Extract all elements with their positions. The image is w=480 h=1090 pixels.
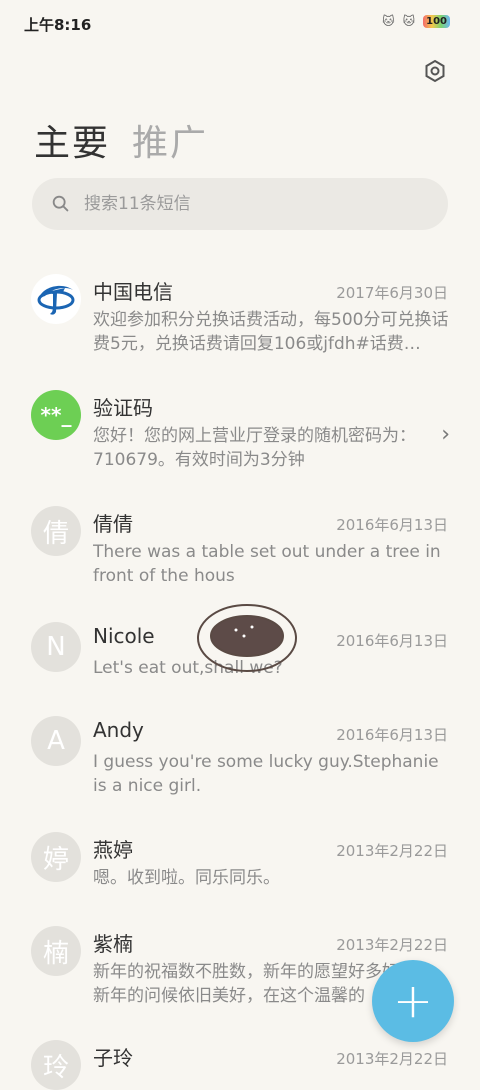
notification-icon: 🐱 [382,14,395,28]
tab-primary[interactable]: 主要 [34,114,110,166]
message-preview: I guess you're some lucky guy.Stephanie … [93,752,439,796]
search-input[interactable] [82,193,406,215]
contact-name: 倩倩 [93,512,133,536]
contact-name: 验证码 [93,396,153,420]
avatar: 玲 [31,1040,81,1090]
message-preview: There was a table set out under a tree i… [93,542,441,586]
status-time: 上午8:16 [24,16,92,34]
notification-icon-2: 🐱 [402,14,416,28]
message-date: 2016年6月13日 [336,516,448,534]
avatar: 楠 [31,926,81,976]
avatar: N [31,622,81,672]
message-preview: 您好！您的网上营业厅登录的随机密码为：710679。有效时间为3分钟 [93,426,416,470]
plus-icon: + [392,973,434,1029]
contact-name: 燕婷 [93,838,133,862]
status-icons: 🐱 🐱 100 [382,14,450,28]
message-preview: 嗯。收到啦。同乐同乐。 [93,868,280,888]
contact-name: 中国电信 [93,280,173,304]
message-date: 2013年2月22日 [336,842,448,860]
gear-icon [425,59,445,83]
avatar: 倩 [31,506,81,556]
message-date: 2017年6月30日 [336,284,448,302]
message-preview: 欢迎参加积分兑换话费活动，每500分可兑换话费5元，兑换话费请回复106或jfd… [93,310,449,354]
contact-name: Nicole [93,624,155,648]
message-date: 2013年2月22日 [336,936,448,954]
status-bar: 上午8:16 🐱 🐱 100 [0,0,480,46]
new-message-button[interactable]: + [372,960,454,1042]
contact-name: Andy [93,718,144,742]
message-date: 2016年6月13日 [336,726,448,744]
bowl-doodle-icon [197,604,297,672]
tab-promo[interactable]: 推广 [132,114,208,166]
avatar: A [31,716,81,766]
battery-indicator: 100 [423,14,450,28]
chevron-right-icon[interactable]: › [441,422,450,447]
telecom-logo-icon [37,285,75,315]
search-bar[interactable] [32,178,448,230]
contact-name: 紫楠 [93,932,133,956]
settings-button[interactable] [420,56,450,86]
message-date: 2016年6月13日 [336,632,448,650]
avatar: 婷 [31,832,81,882]
search-icon [52,195,69,212]
avatar: **_ [31,390,81,440]
tab-bar: 主要 推广 [34,114,208,166]
contact-name: 子玲 [93,1046,133,1070]
avatar [31,274,81,324]
